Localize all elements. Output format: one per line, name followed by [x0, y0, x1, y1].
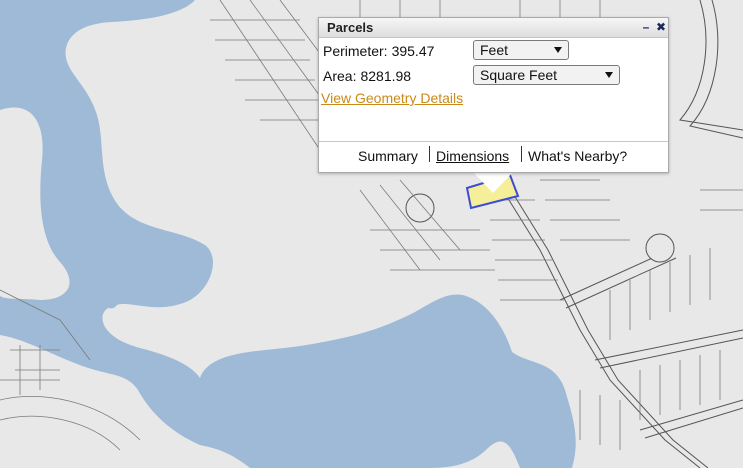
- minimize-icon[interactable]: –: [639, 19, 653, 35]
- popup-title: Parcels: [327, 20, 374, 35]
- area-unit-select[interactable]: Square Feet: [473, 65, 620, 85]
- popup-tab-bar: Summary Dimensions What's Nearby?: [319, 141, 668, 173]
- tab-divider: [429, 146, 430, 162]
- tab-dimensions[interactable]: Dimensions: [436, 148, 509, 164]
- view-geometry-details-link[interactable]: View Geometry Details: [321, 90, 463, 106]
- perimeter-unit-select[interactable]: Feet: [473, 40, 569, 60]
- tab-divider: [521, 146, 522, 162]
- area-label: Area:: [323, 68, 357, 84]
- area-row: Area: 8281.98: [323, 68, 411, 84]
- chevron-down-icon: [605, 72, 613, 78]
- parcel-popup: Parcels – ✖ Perimeter: 395.47 Feet Area: 8…: [318, 17, 669, 173]
- close-icon[interactable]: ✖: [654, 19, 668, 35]
- area-value: 8281.98: [360, 68, 412, 84]
- tab-whats-nearby[interactable]: What's Nearby?: [528, 148, 627, 164]
- popup-header: Parcels – ✖: [319, 18, 668, 38]
- popup-pointer: [472, 171, 514, 193]
- perimeter-unit-value: Feet: [480, 42, 509, 58]
- perimeter-label: Perimeter:: [323, 43, 388, 59]
- tab-summary[interactable]: Summary: [358, 148, 418, 164]
- perimeter-value: 395.47: [391, 43, 435, 59]
- area-unit-value: Square Feet: [480, 67, 558, 83]
- chevron-down-icon: [554, 47, 562, 53]
- perimeter-row: Perimeter: 395.47: [323, 43, 434, 59]
